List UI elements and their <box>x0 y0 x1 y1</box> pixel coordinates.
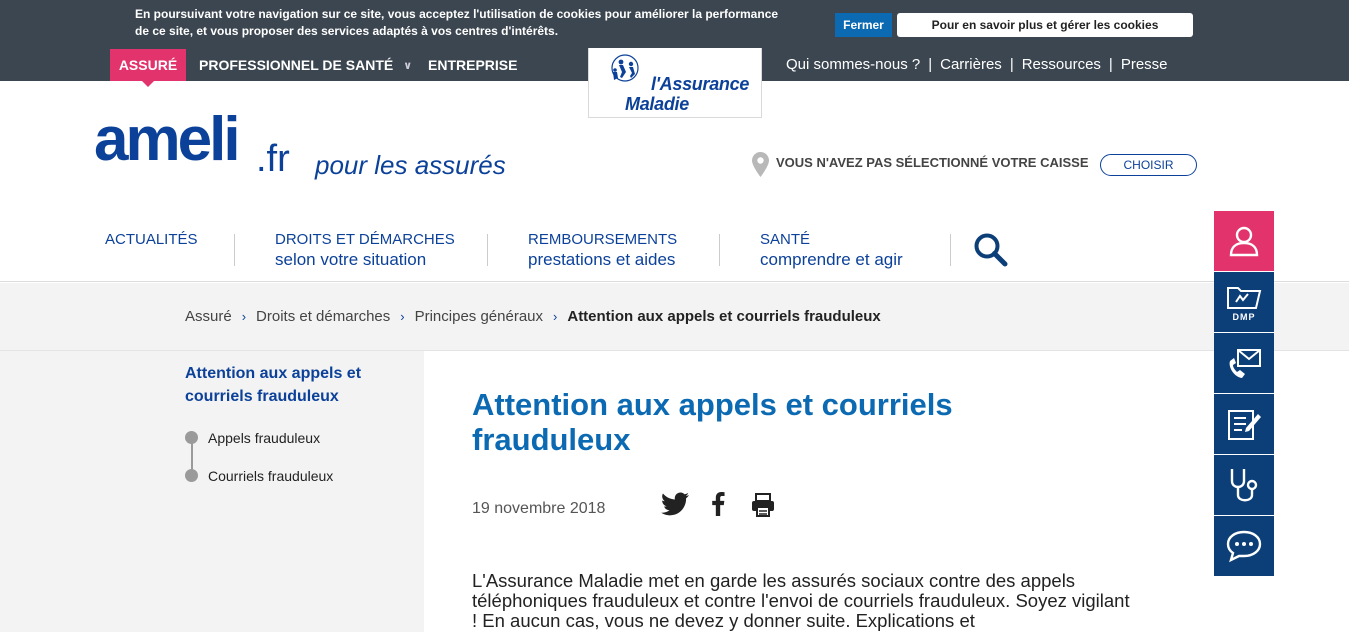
left-sidebar: Attention aux appels et courriels fraudu… <box>0 351 424 632</box>
logo-text-line1: l'Assurance <box>651 74 750 94</box>
sidebar-item-courriels[interactable]: Courriels frauduleux <box>185 467 333 505</box>
phone-mail-icon <box>1229 349 1261 378</box>
logo-figures-icon <box>611 54 639 82</box>
tab-assure[interactable]: Assuré <box>110 49 186 87</box>
nav-remboursements[interactable]: Remboursements prestations et aides <box>528 230 677 270</box>
dmp-label: DMP <box>1232 312 1256 322</box>
tab-entreprise[interactable]: Entreprise <box>428 49 517 81</box>
nav-sante-label: Santé <box>760 231 811 248</box>
logo-text-line2: Maladie <box>625 94 689 114</box>
chevron-right-icon: › <box>241 309 247 324</box>
nav-divider <box>719 234 720 266</box>
contact-button[interactable] <box>1214 333 1274 394</box>
sidebar-item-appels[interactable]: Appels frauduleux <box>185 429 333 467</box>
chevron-right-icon: › <box>553 309 558 324</box>
search-icon[interactable] <box>973 232 1009 268</box>
article-body: L'Assurance Maladie met en garde les ass… <box>472 570 1130 631</box>
nav-remboursements-sub: prestations et aides <box>528 250 676 269</box>
choisir-caisse-button[interactable]: CHOISIR <box>1100 154 1197 176</box>
sidebar-title[interactable]: Attention aux appels et courriels fraudu… <box>185 362 395 408</box>
article-title: Attention aux appels et courriels fraudu… <box>472 387 953 457</box>
tab-professionnel-sante[interactable]: Professionnel de santé ∨ <box>199 49 412 81</box>
breadcrumb-item[interactable]: Droits et démarches <box>256 308 390 325</box>
facebook-icon[interactable] <box>710 492 726 516</box>
breadcrumb-item[interactable]: Principes généraux <box>415 308 543 325</box>
dmp-folder-icon <box>1227 287 1262 309</box>
nav-droits-demarches[interactable]: Droits et démarches selon votre situatio… <box>275 230 455 270</box>
dmp-button[interactable]: DMP <box>1214 272 1274 333</box>
article-date: 19 novembre 2018 <box>472 500 606 517</box>
nav-droits-label: Droits et démarches <box>275 231 455 248</box>
ameli-brand[interactable]: ameli .fr <box>94 104 290 180</box>
caisse-status-text: VOUS N'AVEZ PAS SÉLECTIONNÉ VOTRE CAISSE <box>776 155 1089 170</box>
nav-remboursements-label: Remboursements <box>528 231 678 248</box>
bullet-dot-icon <box>185 431 198 444</box>
tab-pro-label: Professionnel de santé <box>199 57 394 73</box>
breadcrumb: Assuré › Droits et démarches › Principes gén… <box>185 308 881 325</box>
cookie-banner-text: En poursuivant votre navigation sur ce s… <box>135 7 779 38</box>
sidebar-item-label: Appels frauduleux <box>208 430 321 446</box>
chat-button[interactable] <box>1214 516 1274 577</box>
location-pin-icon <box>752 152 769 177</box>
main-nav: Actualités Droits et démarches selon vot… <box>0 220 1349 282</box>
tab-entreprise-label: Entreprise <box>428 57 518 73</box>
nav-sante[interactable]: Santé comprendre et agir <box>760 230 903 270</box>
breadcrumb-current: Attention aux appels et courriels fraudu… <box>567 308 881 325</box>
chevron-down-icon: ∨ <box>403 60 413 72</box>
nav-droits-sub: selon votre situation <box>275 250 427 269</box>
print-icon[interactable] <box>750 492 776 518</box>
breadcrumb-item[interactable]: Assuré <box>185 308 232 325</box>
link-ressources[interactable]: Ressources <box>1022 56 1101 73</box>
side-toolbar: DMP <box>1214 211 1274 577</box>
document-edit-icon <box>1228 410 1261 440</box>
nav-divider <box>487 234 488 266</box>
chevron-right-icon: › <box>400 309 405 324</box>
nav-actualites-label: Actualités <box>105 231 198 248</box>
link-qui-sommes-nous[interactable]: Qui sommes-nous ? <box>786 56 920 73</box>
account-button[interactable] <box>1214 211 1274 272</box>
sidebar-item-label: Courriels frauduleux <box>208 468 334 484</box>
twitter-icon[interactable] <box>661 492 689 516</box>
brand-name: ameli <box>94 105 241 174</box>
stethoscope-icon <box>1230 469 1258 502</box>
breadcrumb-bar: Assuré › Droits et démarches › Principes gén… <box>0 283 1349 351</box>
forms-button[interactable] <box>1214 394 1274 455</box>
link-presse[interactable]: Presse <box>1121 56 1168 73</box>
sidebar-list: Appels frauduleux Courriels frauduleux <box>185 429 333 505</box>
nav-divider <box>950 234 951 266</box>
health-button[interactable] <box>1214 455 1274 516</box>
chat-bubble-icon <box>1226 530 1262 563</box>
brand-tld: .fr <box>256 138 290 180</box>
brand-tagline: pour les assurés <box>315 150 506 180</box>
nav-sante-sub: comprendre et agir <box>760 250 903 269</box>
tab-assure-label: Assuré <box>118 57 178 73</box>
cookie-manage-button[interactable]: Pour en savoir plus et gérer les cookies <box>897 13 1193 37</box>
top-links: Qui sommes-nous ? | Carrières | Ressources | P… <box>786 56 1168 73</box>
nav-actualites[interactable]: Actualités <box>105 230 198 250</box>
bullet-dot-icon <box>185 469 198 482</box>
cookie-close-button[interactable]: Fermer <box>835 13 892 37</box>
link-carrieres[interactable]: Carrières <box>940 56 1002 73</box>
nav-divider <box>234 234 235 266</box>
assurance-maladie-logo[interactable]: l'Assurance Maladie <box>588 48 762 118</box>
user-icon <box>1229 226 1259 257</box>
